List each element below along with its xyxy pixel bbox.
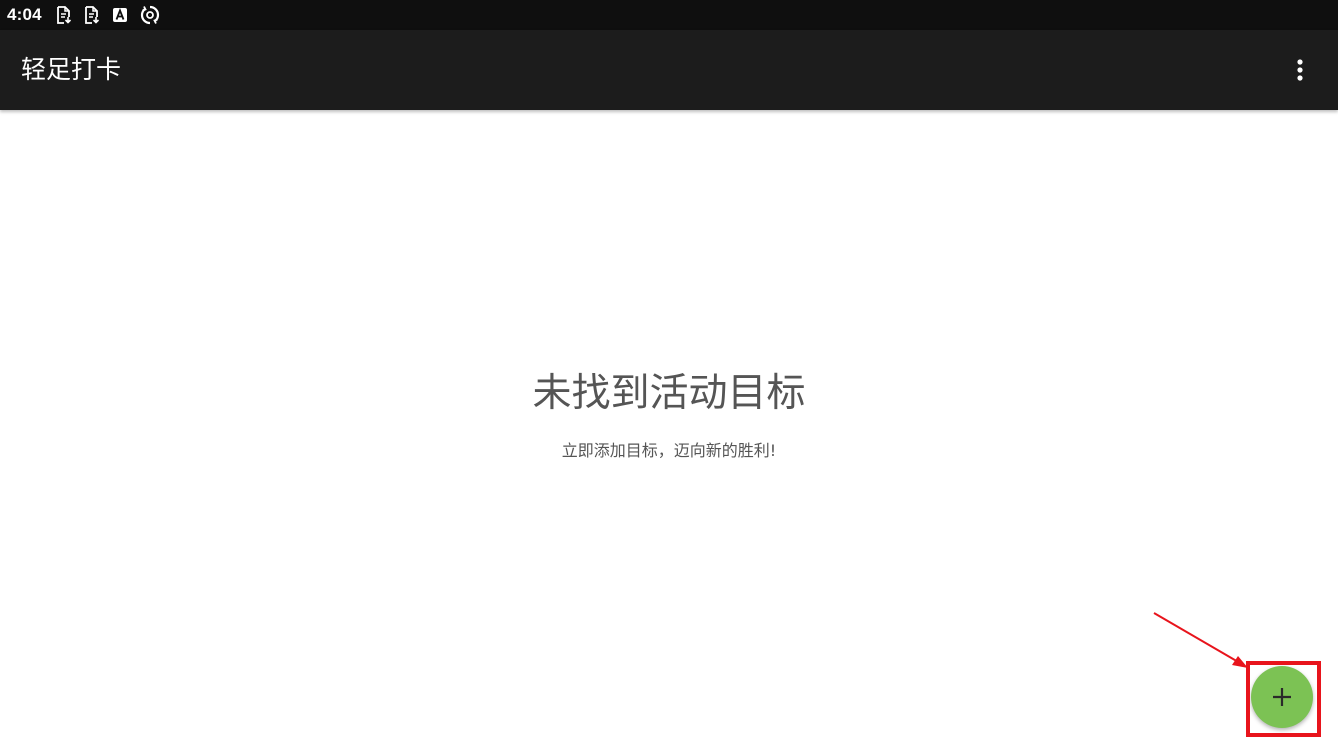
empty-state-subtitle: 立即添加目标，迈向新的胜利! — [561, 441, 777, 460]
keyboard-a-icon — [112, 7, 128, 23]
app-title: 轻足打卡 — [21, 55, 122, 84]
more-vert-icon — [1297, 59, 1303, 81]
plus-icon — [1273, 688, 1291, 706]
overflow-menu-button[interactable] — [1282, 50, 1318, 90]
document-download-icon — [56, 6, 72, 24]
status-bar: 4:04 — [0, 0, 1338, 30]
empty-state-title: 未找到活动目标 — [532, 371, 806, 416]
status-time: 4:04 — [7, 5, 42, 24]
app-bar: 轻足打卡 — [0, 30, 1338, 110]
document-download-icon — [84, 6, 100, 24]
sync-app-icon — [140, 5, 160, 25]
add-goal-fab[interactable] — [1251, 666, 1313, 728]
status-icons — [56, 5, 160, 25]
main-content: 未找到活动目标 立即添加目标，迈向新的胜利! — [0, 110, 1338, 753]
